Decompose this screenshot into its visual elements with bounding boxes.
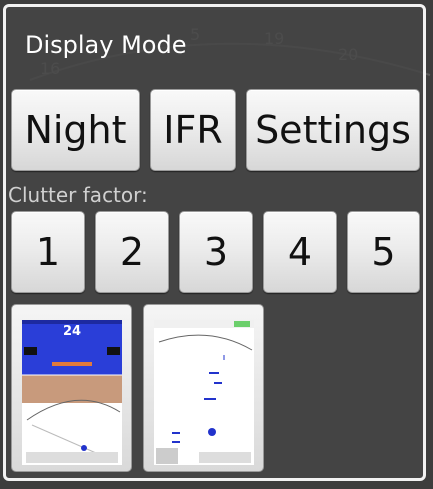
clutter-5-button[interactable]: 5 <box>347 211 420 293</box>
night-button[interactable]: Night <box>11 89 140 171</box>
clutter-factor-label: Clutter factor: <box>8 183 148 207</box>
layout-thumb-efis[interactable]: 24 <box>11 304 132 472</box>
efis-preview-image: 24 <box>22 320 122 465</box>
dialog-title: Display Mode <box>25 31 187 59</box>
efis-speed-readout: 24 <box>63 324 81 339</box>
clutter-2-button[interactable]: 2 <box>95 211 169 293</box>
clutter-1-button[interactable]: 1 <box>11 211 85 293</box>
clutter-3-button[interactable]: 3 <box>179 211 253 293</box>
clutter-4-button[interactable]: 4 <box>263 211 337 293</box>
layout-thumb-map[interactable] <box>143 304 264 472</box>
ifr-button[interactable]: IFR <box>150 89 236 171</box>
map-preview-image <box>154 320 254 465</box>
settings-button[interactable]: Settings <box>246 89 420 171</box>
